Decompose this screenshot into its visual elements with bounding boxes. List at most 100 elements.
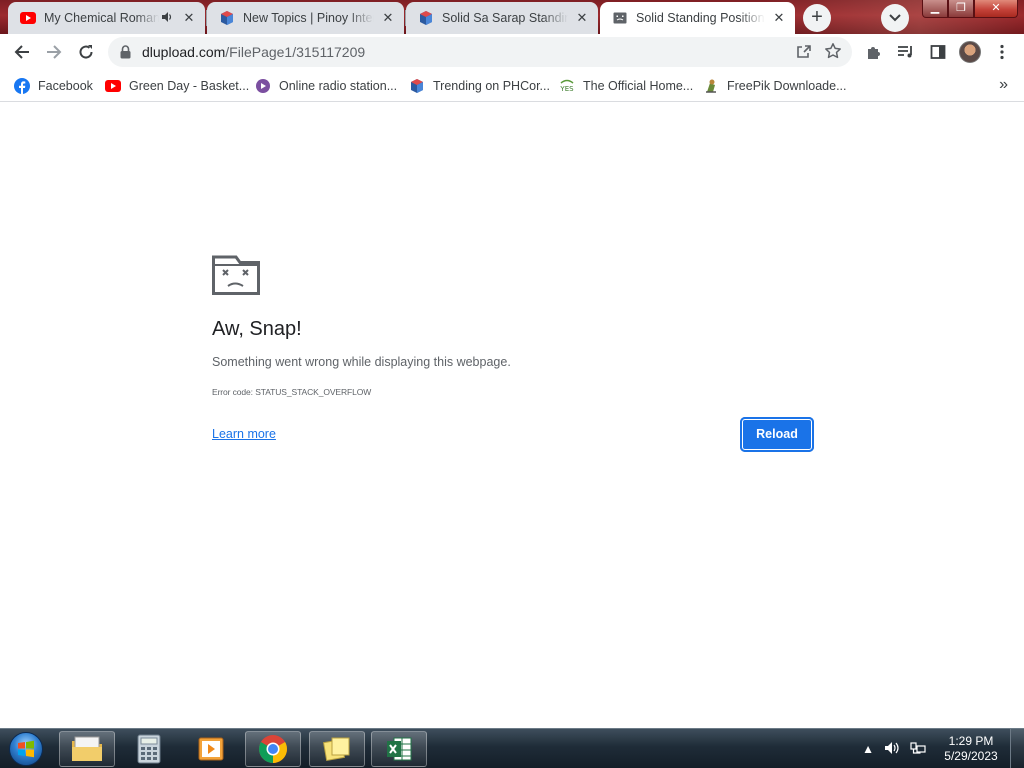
excel-icon: [387, 737, 412, 761]
youtube-icon: [105, 78, 121, 94]
close-tab-icon[interactable]: ✕: [574, 10, 590, 26]
sticky-notes-icon: [322, 737, 350, 762]
show-desktop-button[interactable]: [1010, 729, 1024, 768]
taskbar-media-player[interactable]: [183, 731, 239, 767]
side-panel-icon: [930, 45, 946, 59]
bookmarks-overflow-icon[interactable]: »: [999, 76, 1008, 94]
phcorner-icon: [409, 78, 425, 94]
reload-toolbar-button[interactable]: [72, 38, 100, 66]
bookmark-label: Online radio station...: [279, 79, 398, 93]
browser-toolbar: dlupload.com/FilePage1/315117209: [0, 34, 1024, 70]
bookmark-facebook[interactable]: Facebook: [14, 76, 93, 96]
bookmark-label: FreePik Downloade...: [727, 79, 847, 93]
sad-page-icon: [612, 10, 628, 26]
file-explorer-icon: [72, 736, 102, 761]
new-tab-button[interactable]: +: [803, 4, 831, 32]
bookmark-label: Trending on PHCor...: [433, 79, 550, 93]
svg-text:YES: YES: [559, 85, 574, 93]
tab-solid-standing-position[interactable]: Solid Standing Position - dlupload ✕: [600, 2, 795, 34]
windows-logo-icon: [9, 732, 43, 766]
refresh-icon: [79, 45, 93, 59]
taskbar-excel[interactable]: [371, 731, 427, 767]
kebab-menu-icon: [1000, 44, 1004, 60]
radio-icon: [255, 78, 271, 94]
freepik-icon: [703, 78, 719, 94]
puzzle-icon: [868, 47, 880, 59]
close-tab-icon[interactable]: ✕: [771, 10, 787, 26]
bookmark-green-day[interactable]: Green Day - Basket...: [105, 76, 249, 96]
url-text: dlupload.com/FilePage1/315117209: [142, 44, 365, 60]
bookmark-official-home[interactable]: YES The Official Home...: [559, 76, 693, 96]
arrow-right-icon: [47, 45, 62, 59]
media-player-icon: [198, 737, 224, 761]
pinoy-internet-icon: [219, 10, 235, 26]
show-hidden-icons-icon[interactable]: ▲: [862, 742, 874, 756]
address-bar[interactable]: dlupload.com/FilePage1/315117209: [108, 37, 852, 67]
chevron-down-icon: [889, 14, 901, 22]
clock-time: 1:29 PM: [948, 734, 994, 748]
lock-icon[interactable]: [120, 45, 131, 64]
side-panel-button[interactable]: [924, 38, 952, 66]
close-tab-icon[interactable]: ✕: [181, 10, 197, 26]
window-controls: ▁ ❐ ✕: [922, 0, 1018, 18]
speaker-icon[interactable]: [161, 11, 175, 26]
learn-more-link[interactable]: Learn more: [212, 427, 276, 441]
forward-button[interactable]: [40, 38, 68, 66]
avatar: [959, 41, 981, 63]
minimize-button[interactable]: ▁: [922, 0, 948, 18]
clock[interactable]: 1:29 PM 5/29/2023: [936, 734, 1006, 764]
error-code: Error code: STATUS_STACK_OVERFLOW: [212, 387, 372, 397]
tab-title: My Chemical Romance: [44, 11, 159, 25]
menu-button[interactable]: [988, 38, 1016, 66]
bookmark-freepik[interactable]: FreePik Downloade...: [703, 76, 847, 96]
maximize-button[interactable]: ❐: [948, 0, 974, 18]
tab-title: Solid Sa Sarap Standing Position: [442, 11, 568, 25]
back-button[interactable]: [8, 38, 36, 66]
tab-solid-sa-sarap[interactable]: Solid Sa Sarap Standing Position ✕: [406, 2, 598, 34]
youtube-icon: [20, 10, 36, 26]
close-window-button[interactable]: ✕: [974, 0, 1018, 18]
profile-button[interactable]: [956, 38, 984, 66]
bookmark-label: The Official Home...: [583, 79, 694, 93]
official-home-icon: YES: [559, 78, 575, 94]
calculator-icon: [137, 734, 161, 764]
system-tray: ▲ 1:29 PM 5/29/2023: [862, 729, 1024, 768]
tab-title: Solid Standing Position - dlupload: [636, 11, 765, 25]
taskbar: ▲ 1:29 PM 5/29/2023: [0, 728, 1024, 768]
share-icon[interactable]: [796, 43, 812, 64]
tab-new-topics[interactable]: New Topics | Pinoy Internet ✕: [207, 2, 404, 34]
tab-my-chemical-romance[interactable]: My Chemical Romance ✕: [8, 2, 205, 34]
tab-title: New Topics | Pinoy Internet: [243, 11, 374, 25]
close-tab-icon[interactable]: ✕: [380, 10, 396, 26]
url-domain: dlupload.com: [142, 44, 226, 60]
bookmark-star-icon[interactable]: [824, 42, 842, 65]
reload-button[interactable]: Reload: [740, 417, 814, 452]
error-title: Aw, Snap!: [212, 318, 302, 340]
media-queue-icon: [898, 46, 912, 58]
facebook-icon: [14, 78, 30, 94]
title-bar: My Chemical Romance ✕ New Topics | Pinoy…: [0, 0, 1024, 34]
bookmarks-bar: Facebook Green Day - Basket... Online ra…: [0, 70, 1024, 102]
network-icon[interactable]: [910, 741, 926, 758]
bookmark-label: Green Day - Basket...: [129, 79, 250, 93]
extensions-button[interactable]: [860, 38, 888, 66]
chrome-icon: [259, 735, 287, 763]
bookmark-online-radio[interactable]: Online radio station...: [255, 76, 397, 96]
bookmark-phcorner[interactable]: Trending on PHCor...: [409, 76, 550, 96]
bookmark-label: Facebook: [38, 79, 93, 93]
taskbar-sticky-notes[interactable]: [309, 731, 365, 767]
media-control-button[interactable]: [892, 38, 920, 66]
taskbar-file-explorer[interactable]: [59, 731, 115, 767]
pinoy-internet-icon: [418, 10, 434, 26]
volume-icon[interactable]: [884, 741, 900, 758]
tab-search-button[interactable]: [881, 4, 909, 32]
clock-date: 5/29/2023: [944, 749, 998, 763]
error-message: Something went wrong while displaying th…: [212, 355, 511, 369]
taskbar-chrome[interactable]: [245, 731, 301, 767]
url-path: /FilePage1/315117209: [225, 44, 366, 60]
arrow-left-icon: [14, 45, 29, 59]
start-button[interactable]: [4, 730, 48, 768]
taskbar-calculator[interactable]: [121, 731, 177, 767]
sad-folder-icon: [212, 253, 260, 300]
page-content: Aw, Snap! Something went wrong while dis…: [0, 103, 1024, 728]
